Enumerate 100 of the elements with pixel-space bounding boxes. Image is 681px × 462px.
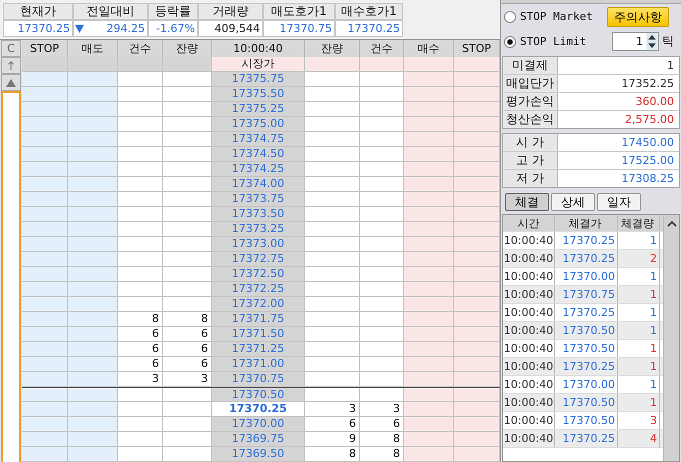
table-cell[interactable]: [404, 87, 454, 102]
table-cell[interactable]: [404, 327, 454, 342]
price-cell[interactable]: 17375.00: [212, 117, 305, 132]
table-cell[interactable]: [454, 192, 500, 207]
table-cell[interactable]: [404, 162, 454, 177]
table-cell[interactable]: [68, 267, 118, 282]
table-cell[interactable]: [22, 357, 68, 372]
table-cell[interactable]: [454, 117, 500, 132]
table-cell[interactable]: [68, 87, 118, 102]
table-cell[interactable]: [68, 147, 118, 162]
price-cell[interactable]: 17375.25: [212, 102, 305, 117]
table-cell[interactable]: [22, 297, 68, 312]
table-cell[interactable]: [404, 117, 454, 132]
table-cell[interactable]: [454, 222, 500, 237]
table-cell[interactable]: [68, 132, 118, 147]
table-cell[interactable]: [68, 312, 118, 327]
table-cell[interactable]: [404, 282, 454, 297]
table-cell[interactable]: [68, 357, 118, 372]
table-cell[interactable]: [454, 312, 500, 327]
table-cell[interactable]: [22, 57, 68, 72]
table-cell[interactable]: [454, 177, 500, 192]
table-cell[interactable]: [68, 327, 118, 342]
price-cell[interactable]: 17371.50: [212, 327, 305, 342]
table-cell[interactable]: [22, 327, 68, 342]
price-cell[interactable]: 17373.50: [212, 207, 305, 222]
table-cell[interactable]: [454, 252, 500, 267]
table-cell[interactable]: [68, 237, 118, 252]
table-cell[interactable]: [68, 388, 118, 402]
table-cell[interactable]: [68, 57, 118, 72]
price-cell[interactable]: 17370.25: [212, 402, 305, 417]
table-cell[interactable]: [68, 342, 118, 357]
table-cell[interactable]: [454, 388, 500, 402]
table-cell[interactable]: [68, 432, 118, 447]
price-cell[interactable]: 17369.75: [212, 432, 305, 447]
price-cell[interactable]: 17373.25: [212, 222, 305, 237]
table-cell[interactable]: [68, 192, 118, 207]
table-cell[interactable]: [22, 267, 68, 282]
table-cell[interactable]: [454, 162, 500, 177]
price-cell[interactable]: 17372.25: [212, 282, 305, 297]
table-cell[interactable]: [68, 72, 118, 87]
table-cell[interactable]: [454, 237, 500, 252]
table-cell[interactable]: [454, 447, 500, 462]
radio-button[interactable]: [504, 36, 516, 48]
table-cell[interactable]: [68, 207, 118, 222]
radio-label[interactable]: STOP Limit: [520, 35, 586, 48]
table-cell[interactable]: [68, 297, 118, 312]
price-cell[interactable]: 17374.25: [212, 162, 305, 177]
price-cell[interactable]: 17374.75: [212, 132, 305, 147]
price-cell[interactable]: 17372.75: [212, 252, 305, 267]
table-cell[interactable]: [454, 87, 500, 102]
price-cell[interactable]: 17369.50: [212, 447, 305, 462]
table-cell[interactable]: [68, 282, 118, 297]
table-cell[interactable]: [22, 417, 68, 432]
table-cell[interactable]: [404, 57, 454, 72]
table-cell[interactable]: [404, 252, 454, 267]
table-cell[interactable]: [454, 132, 500, 147]
table-cell[interactable]: [404, 447, 454, 462]
table-cell[interactable]: [454, 297, 500, 312]
table-cell[interactable]: [404, 237, 454, 252]
table-cell[interactable]: [404, 132, 454, 147]
table-cell[interactable]: [22, 237, 68, 252]
table-cell[interactable]: [22, 147, 68, 162]
table-cell[interactable]: [454, 282, 500, 297]
table-cell[interactable]: [404, 222, 454, 237]
market-price-cell[interactable]: 시장가: [212, 57, 305, 72]
clear-button[interactable]: C: [1, 40, 21, 57]
price-cell[interactable]: 17375.75: [212, 72, 305, 87]
table-cell[interactable]: [404, 297, 454, 312]
table-cell[interactable]: [68, 402, 118, 417]
table-cell[interactable]: [404, 357, 454, 372]
table-cell[interactable]: [454, 432, 500, 447]
table-cell[interactable]: [454, 342, 500, 357]
center-button[interactable]: [1, 74, 21, 91]
table-cell[interactable]: [404, 388, 454, 402]
price-cell[interactable]: 17373.75: [212, 192, 305, 207]
table-cell[interactable]: [454, 267, 500, 282]
notice-button[interactable]: 주의사항: [607, 6, 669, 26]
price-cell[interactable]: 17371.00: [212, 357, 305, 372]
table-cell[interactable]: [22, 162, 68, 177]
table-cell[interactable]: [454, 327, 500, 342]
price-cell[interactable]: 17370.00: [212, 417, 305, 432]
table-cell[interactable]: [68, 117, 118, 132]
table-cell[interactable]: [454, 72, 500, 87]
table-cell[interactable]: [22, 72, 68, 87]
table-cell[interactable]: [404, 102, 454, 117]
table-cell[interactable]: [22, 282, 68, 297]
table-cell[interactable]: [454, 102, 500, 117]
table-cell[interactable]: [404, 372, 454, 387]
radio-button[interactable]: [504, 10, 516, 22]
table-cell[interactable]: [22, 117, 68, 132]
table-cell[interactable]: [22, 102, 68, 117]
table-cell[interactable]: [68, 372, 118, 387]
price-cell[interactable]: 17373.00: [212, 237, 305, 252]
table-cell[interactable]: [404, 312, 454, 327]
table-cell[interactable]: [454, 402, 500, 417]
table-cell[interactable]: [22, 192, 68, 207]
table-cell[interactable]: [22, 388, 68, 402]
table-cell[interactable]: [454, 417, 500, 432]
table-cell[interactable]: [68, 102, 118, 117]
table-cell[interactable]: [22, 177, 68, 192]
